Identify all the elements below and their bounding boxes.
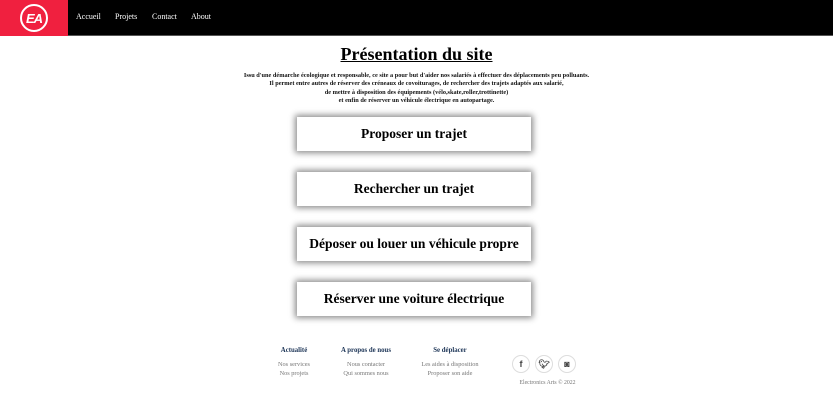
- intro-line: Issu d'une démarche écologique et respon…: [243, 72, 590, 79]
- logo[interactable]: EA: [0, 0, 68, 36]
- footer-link[interactable]: Proposer son aide: [410, 369, 490, 378]
- nav-contact[interactable]: Contact: [152, 12, 177, 21]
- footer-column-a-propos: A propos de nous Nous contacter Qui somm…: [326, 346, 406, 378]
- footer-link[interactable]: Nos projets: [264, 369, 324, 378]
- search-trip-button[interactable]: Rechercher un trajet: [297, 172, 531, 206]
- facebook-icon[interactable]: f: [512, 355, 530, 373]
- nav-projets[interactable]: Projets: [115, 12, 137, 21]
- nav-accueil[interactable]: Accueil: [76, 12, 101, 21]
- intro-text: Issu d'une démarche écologique et respon…: [0, 72, 833, 105]
- intro-line: et enfin de réserver un véhicule électri…: [338, 96, 495, 104]
- intro-line: Il permet entre autres de réserver des c…: [269, 80, 564, 88]
- footer-link[interactable]: Qui sommes nous: [326, 369, 406, 378]
- ea-logo-icon: EA: [20, 4, 48, 32]
- footer-heading: A propos de nous: [341, 347, 391, 354]
- rent-vehicle-button[interactable]: Déposer ou louer un véhicule propre: [297, 227, 531, 261]
- navbar: EA Accueil Projets Contact About: [0, 0, 833, 36]
- copyright: Electronics Arts © 2022: [519, 380, 576, 386]
- footer-link[interactable]: Nos services: [264, 360, 324, 369]
- reserve-electric-car-button[interactable]: Réserver une voiture électrique: [297, 282, 531, 316]
- nav-about[interactable]: About: [191, 12, 211, 21]
- twitter-icon[interactable]: 🐦︎: [535, 355, 553, 373]
- footer-link[interactable]: Les aides à disposition: [410, 360, 490, 369]
- footer-column-se-deplacer: Se déplacer Les aides à disposition Prop…: [410, 346, 490, 378]
- footer-heading: Se déplacer: [433, 347, 467, 354]
- intro-line: de mettre à disposition des équipements …: [324, 88, 509, 96]
- page-title: Présentation du site: [340, 44, 493, 64]
- propose-trip-button[interactable]: Proposer un trajet: [297, 117, 531, 151]
- footer-heading: Actualité: [280, 347, 308, 354]
- footer-link[interactable]: Nous contacter: [326, 360, 406, 369]
- instagram-icon[interactable]: ◙: [558, 355, 576, 373]
- footer-column-actualite: Actualité Nos services Nos projets: [264, 346, 324, 378]
